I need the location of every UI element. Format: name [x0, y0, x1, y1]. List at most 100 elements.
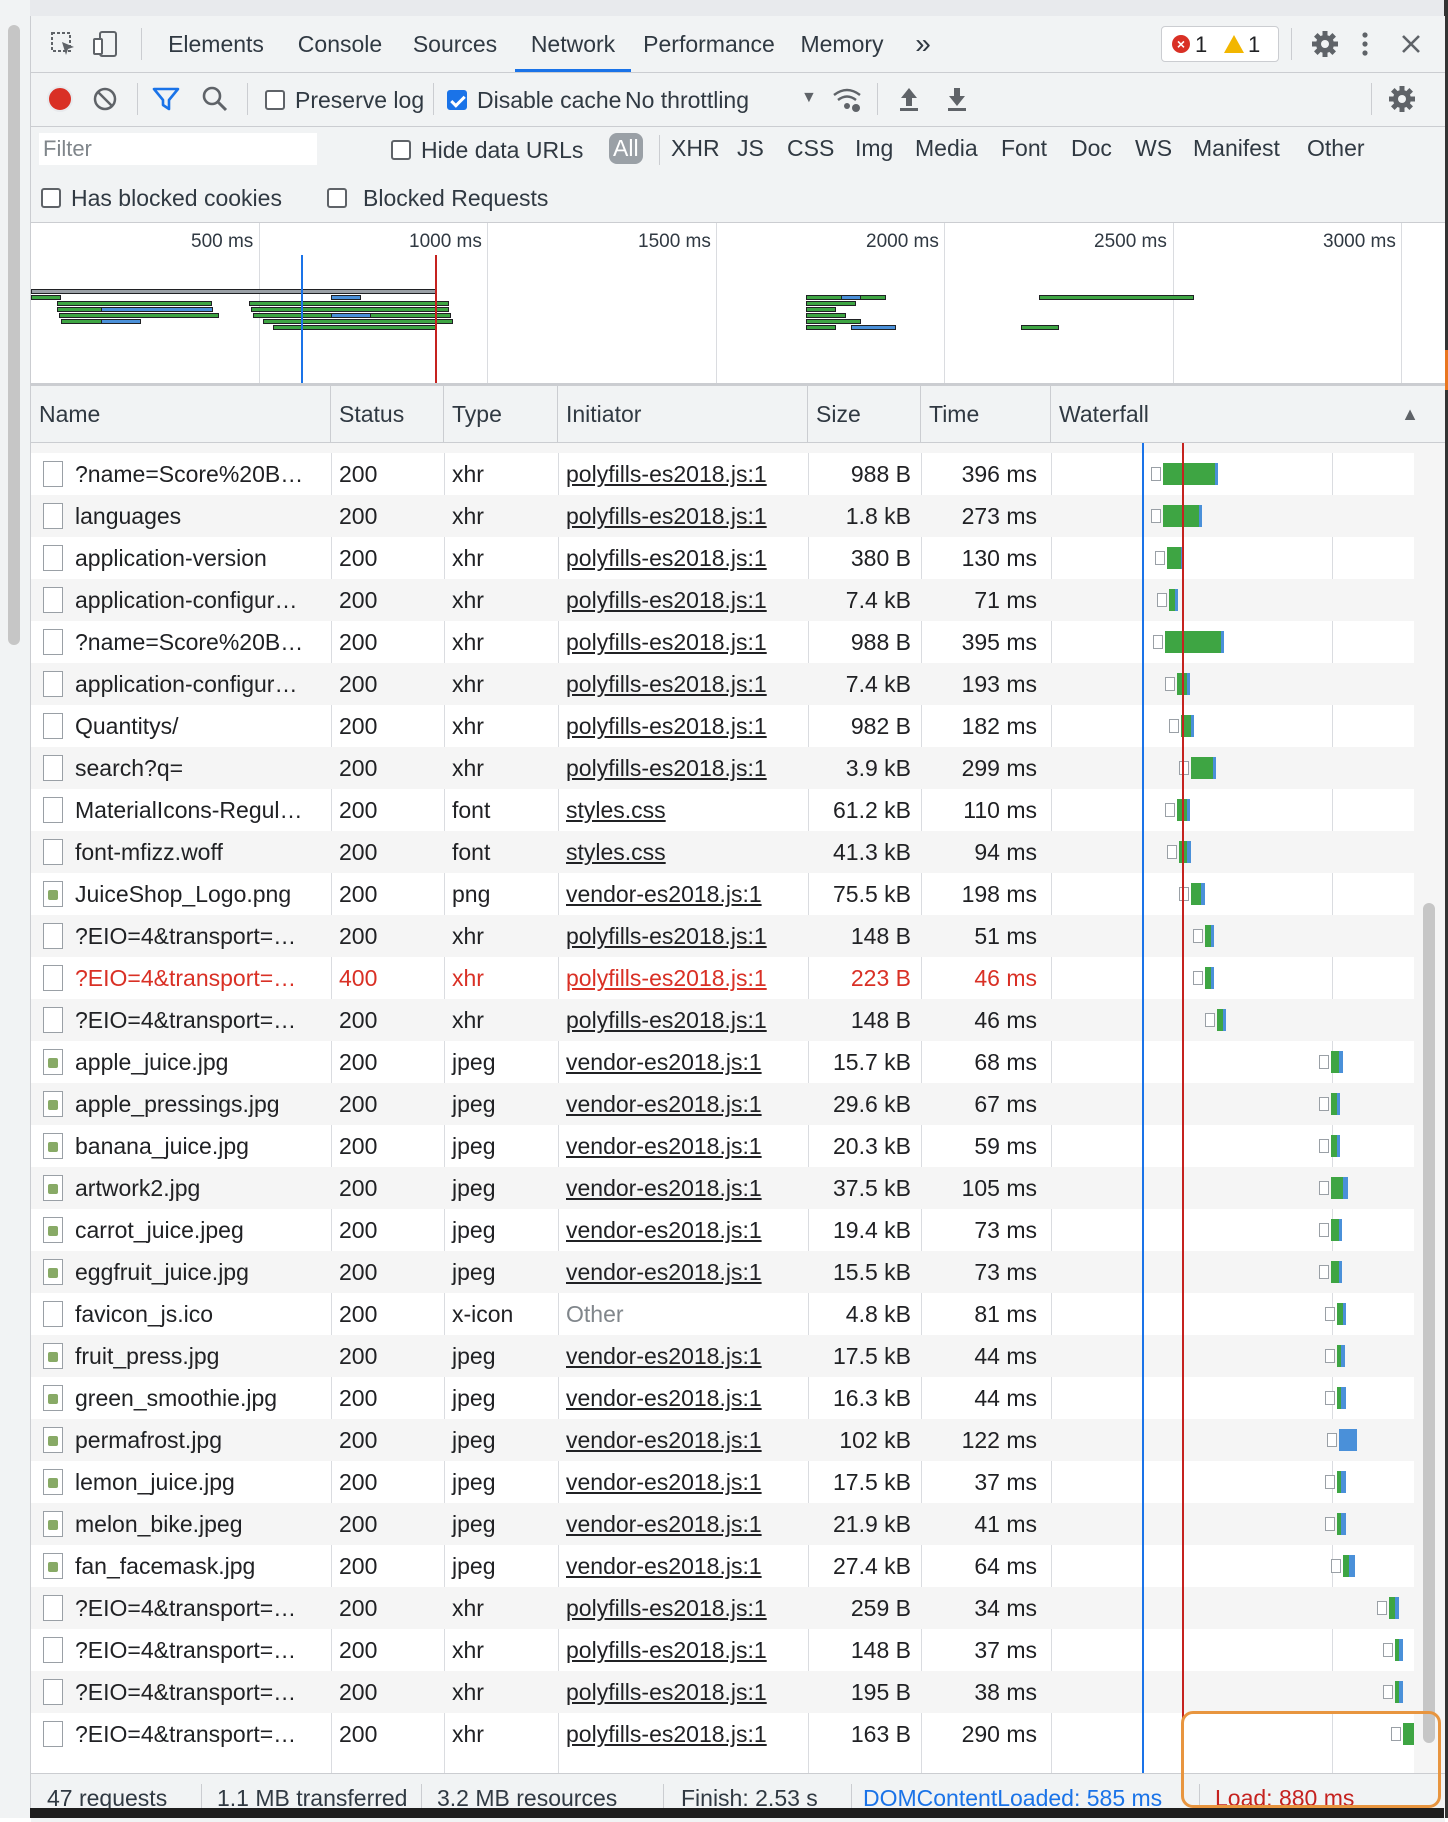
- request-initiator[interactable]: vendor-es2018.js:1: [558, 873, 808, 915]
- table-scrollbar-thumb[interactable]: [1423, 903, 1435, 1743]
- network-conditions-wifi-icon[interactable]: [831, 85, 863, 119]
- table-row[interactable]: font-mfizz.woff 200 font styles.css 41.3 kB 9…: [31, 831, 1445, 873]
- search-icon[interactable]: [201, 85, 229, 119]
- issues-badge[interactable]: × 1 1: [1161, 26, 1279, 62]
- filter-type-xhr[interactable]: XHR: [671, 135, 720, 162]
- request-initiator[interactable]: vendor-es2018.js:1: [558, 1167, 808, 1209]
- table-row[interactable]: fan_facemask.jpg 200 jpeg vendor-es2018.js:…: [31, 1545, 1445, 1587]
- table-row[interactable]: ?EIO=4&transport=… 200 xhr polyfills-es2018…: [31, 915, 1445, 957]
- request-initiator[interactable]: vendor-es2018.js:1: [558, 1125, 808, 1167]
- table-row[interactable]: MaterialIcons-Regul… 200 font styles.css 61.…: [31, 789, 1445, 831]
- import-har-upload-icon[interactable]: [897, 85, 921, 119]
- filter-funnel-icon[interactable]: [151, 85, 181, 119]
- column-header-size[interactable]: Size: [808, 386, 921, 442]
- request-initiator[interactable]: polyfills-es2018.js:1: [558, 495, 808, 537]
- request-initiator[interactable]: polyfills-es2018.js:1: [558, 579, 808, 621]
- table-row[interactable]: ?EIO=4&transport=… 200 xhr polyfills-es2018…: [31, 999, 1445, 1041]
- device-toolbar-icon[interactable]: [89, 28, 121, 60]
- request-initiator[interactable]: polyfills-es2018.js:1: [558, 999, 808, 1041]
- table-row[interactable]: ?name=Score%20B… 200 xhr polyfills-es2018.j…: [31, 453, 1445, 495]
- blocked-requests-checkbox[interactable]: [327, 188, 347, 208]
- tab-network[interactable]: Network: [515, 16, 631, 72]
- request-initiator[interactable]: polyfills-es2018.js:1: [558, 621, 808, 663]
- network-settings-gear-icon[interactable]: [1387, 84, 1417, 120]
- tab-elements[interactable]: Elements: [161, 16, 271, 72]
- filter-type-ws[interactable]: WS: [1135, 135, 1172, 162]
- table-scrollbar[interactable]: [1414, 443, 1445, 1773]
- column-header-initiator[interactable]: Initiator: [558, 386, 808, 442]
- column-header-name[interactable]: Name: [31, 386, 331, 442]
- request-initiator[interactable]: polyfills-es2018.js:1: [558, 957, 808, 999]
- table-row[interactable]: carrot_juice.jpeg 200 jpeg vendor-es2018.js…: [31, 1209, 1445, 1251]
- table-row[interactable]: application-version 200 xhr polyfills-es201…: [31, 537, 1445, 579]
- filter-type-css[interactable]: CSS: [787, 135, 834, 162]
- preserve-log-checkbox[interactable]: [265, 90, 285, 110]
- column-header-waterfall[interactable]: Waterfall ▲: [1051, 386, 1445, 442]
- table-row[interactable]: eggfruit_juice.jpg 200 jpeg vendor-es2018.j…: [31, 1251, 1445, 1293]
- disable-cache-checkbox[interactable]: [447, 90, 467, 110]
- request-initiator[interactable]: vendor-es2018.js:1: [558, 1251, 808, 1293]
- tab-memory[interactable]: Memory: [787, 16, 897, 72]
- table-row[interactable]: search?q= 200 xhr polyfills-es2018.js:1 3.9 …: [31, 747, 1445, 789]
- table-row[interactable]: application-configur… 200 xhr polyfills-es2…: [31, 663, 1445, 705]
- table-row[interactable]: JuiceShop_Logo.png 200 png vendor-es2018.js…: [31, 873, 1445, 915]
- filter-type-media[interactable]: Media: [915, 135, 978, 162]
- table-row[interactable]: fruit_press.jpg 200 jpeg vendor-es2018.js:1…: [31, 1335, 1445, 1377]
- record-button[interactable]: [47, 86, 73, 112]
- table-row[interactable]: ?name=Score%20B… 200 xhr polyfills-es2018.j…: [31, 621, 1445, 663]
- table-row[interactable]: lemon_juice.jpg 200 jpeg vendor-es2018.js:1…: [31, 1461, 1445, 1503]
- filter-type-img[interactable]: Img: [855, 135, 893, 162]
- more-tabs-button[interactable]: »: [901, 16, 945, 72]
- request-initiator[interactable]: vendor-es2018.js:1: [558, 1545, 808, 1587]
- close-devtools-icon[interactable]: [1395, 28, 1427, 60]
- request-initiator[interactable]: polyfills-es2018.js:1: [558, 1671, 808, 1713]
- export-har-download-icon[interactable]: [945, 85, 969, 119]
- column-header-type[interactable]: Type: [444, 386, 558, 442]
- filter-type-font[interactable]: Font: [1001, 135, 1047, 162]
- table-row[interactable]: application-configur… 200 xhr polyfills-es2…: [31, 579, 1445, 621]
- request-initiator[interactable]: styles.css: [558, 789, 808, 831]
- table-row[interactable]: ?EIO=4&transport=… 200 xhr polyfills-es2018…: [31, 1671, 1445, 1713]
- filter-type-doc[interactable]: Doc: [1071, 135, 1112, 162]
- request-initiator[interactable]: polyfills-es2018.js:1: [558, 1587, 808, 1629]
- filter-input[interactable]: [39, 133, 317, 165]
- table-row[interactable]: permafrost.jpg 200 jpeg vendor-es2018.js:1 1…: [31, 1419, 1445, 1461]
- table-row[interactable]: apple_pressings.jpg 200 jpeg vendor-es2018.…: [31, 1083, 1445, 1125]
- column-header-time[interactable]: Time: [921, 386, 1051, 442]
- inspect-element-icon[interactable]: [47, 28, 79, 60]
- tab-console[interactable]: Console: [285, 16, 395, 72]
- request-initiator[interactable]: polyfills-es2018.js:1: [558, 663, 808, 705]
- request-initiator[interactable]: vendor-es2018.js:1: [558, 1461, 808, 1503]
- table-row[interactable]: languages 200 xhr polyfills-es2018.js:1 1.8 …: [31, 495, 1445, 537]
- request-initiator[interactable]: polyfills-es2018.js:1: [558, 747, 808, 789]
- column-header-status[interactable]: Status: [331, 386, 444, 442]
- settings-gear-icon[interactable]: [1309, 28, 1341, 60]
- has-blocked-cookies-checkbox[interactable]: [41, 188, 61, 208]
- table-row[interactable]: Quantitys/200 xhr polyfills-es2018.js:1 982…: [31, 705, 1445, 747]
- tab-performance[interactable]: Performance: [637, 16, 781, 72]
- table-row[interactable]: green_smoothie.jpg 200 jpeg vendor-es2018.j…: [31, 1377, 1445, 1419]
- tab-sources[interactable]: Sources: [401, 16, 509, 72]
- hide-data-urls-checkbox[interactable]: [391, 140, 411, 160]
- table-row[interactable]: melon_bike.jpeg 200 jpeg vendor-es2018.js:1…: [31, 1503, 1445, 1545]
- request-initiator[interactable]: polyfills-es2018.js:1: [558, 915, 808, 957]
- request-initiator[interactable]: polyfills-es2018.js:1: [558, 453, 808, 495]
- request-initiator[interactable]: polyfills-es2018.js:1: [558, 537, 808, 579]
- throttling-select[interactable]: No throttling ▼: [625, 73, 819, 126]
- filter-type-all[interactable]: All: [609, 133, 643, 164]
- table-row[interactable]: [31, 443, 1445, 453]
- filter-type-js[interactable]: JS: [737, 135, 764, 162]
- table-row[interactable]: ?EIO=4&transport=… 400 xhr polyfills-es2018…: [31, 957, 1445, 999]
- request-initiator[interactable]: vendor-es2018.js:1: [558, 1041, 808, 1083]
- request-initiator[interactable]: vendor-es2018.js:1: [558, 1083, 808, 1125]
- page-scrollbar-thumb[interactable]: [8, 25, 20, 645]
- table-row[interactable]: apple_juice.jpg 200 jpeg vendor-es2018.js:1…: [31, 1041, 1445, 1083]
- table-row[interactable]: banana_juice.jpg 200 jpeg vendor-es2018.js:…: [31, 1125, 1445, 1167]
- filter-type-manifest[interactable]: Manifest: [1193, 135, 1280, 162]
- request-initiator[interactable]: vendor-es2018.js:1: [558, 1377, 808, 1419]
- request-initiator[interactable]: vendor-es2018.js:1: [558, 1335, 808, 1377]
- request-initiator[interactable]: polyfills-es2018.js:1: [558, 1713, 808, 1755]
- table-row[interactable]: favicon_js.ico 200 x-icon Other 4.8 kB 81 ms: [31, 1293, 1445, 1335]
- request-initiator[interactable]: vendor-es2018.js:1: [558, 1209, 808, 1251]
- table-row[interactable]: ?EIO=4&transport=… 200 xhr polyfills-es2018…: [31, 1587, 1445, 1629]
